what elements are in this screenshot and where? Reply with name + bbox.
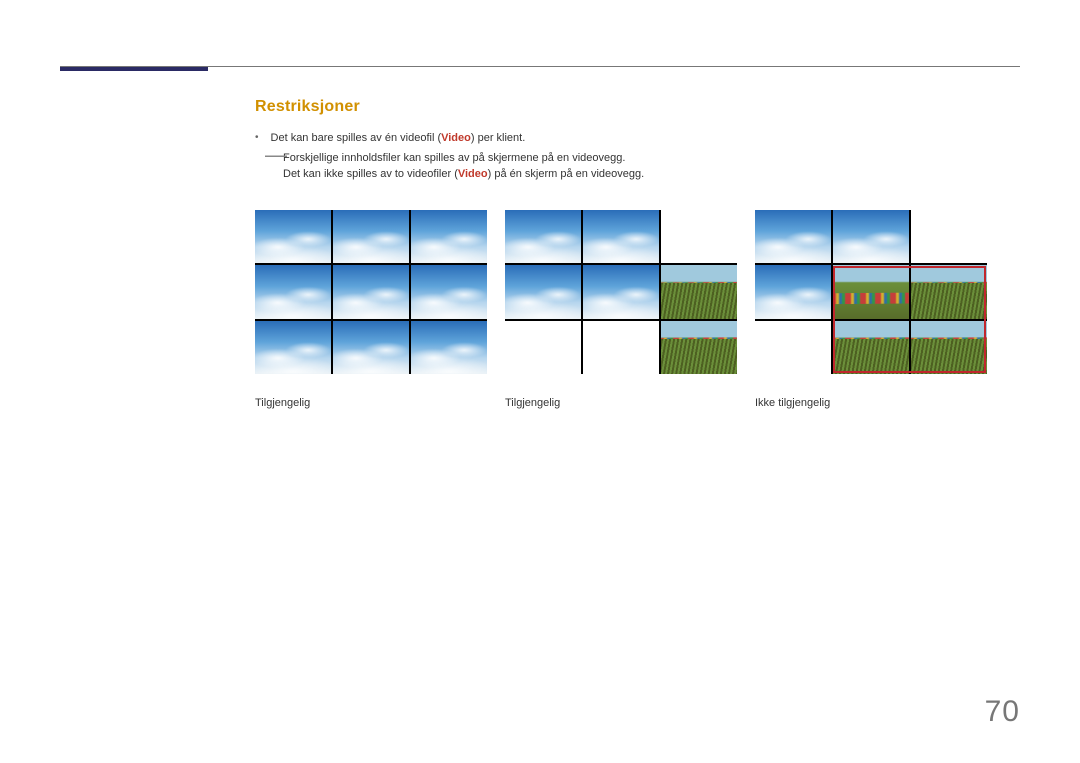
grid-cell-sky bbox=[333, 210, 409, 263]
bullet-list: • Det kan bare spilles av én videofil (V… bbox=[255, 130, 1020, 182]
sub-line-1: Forskjellige innholdsfiler kan spilles a… bbox=[283, 150, 1020, 166]
grid-cell-sky bbox=[505, 210, 581, 263]
grid-cell-sky bbox=[583, 210, 659, 263]
text-fragment: Det kan ikke spilles av to videofiler ( bbox=[283, 168, 458, 180]
grid-cell-grass bbox=[911, 265, 987, 318]
figure-caption: Tilgjengelig bbox=[505, 396, 737, 411]
grid-cell-sky bbox=[333, 265, 409, 318]
videowall-grid bbox=[255, 210, 487, 374]
grid-cell-sky bbox=[255, 321, 331, 374]
text-fragment: ) på én skjerm på en videovegg. bbox=[488, 168, 645, 180]
grid-cell-sky bbox=[755, 210, 831, 263]
figure-caption: Ikke tilgjengelig bbox=[755, 396, 987, 411]
grid-cell-sky bbox=[255, 210, 331, 263]
section-heading: Restriksjoner bbox=[255, 96, 1020, 118]
figure-available-b: Tilgjengelig bbox=[505, 210, 737, 411]
grid-cell-grass bbox=[911, 321, 987, 374]
text-fragment: Det kan bare spilles av én videofil ( bbox=[271, 132, 442, 144]
content-block: Restriksjoner • Det kan bare spilles av … bbox=[255, 96, 1020, 182]
list-item: • Det kan bare spilles av én videofil (V… bbox=[255, 130, 1020, 146]
grid-cell-overlap bbox=[833, 265, 909, 318]
grid-cell-sky bbox=[333, 321, 409, 374]
figures-row: Tilgjengelig Tilgjengelig bbox=[255, 210, 1032, 411]
grid-cell-sky bbox=[411, 321, 487, 374]
sub-note: ― Forskjellige innholdsfiler kan spilles… bbox=[283, 150, 1020, 182]
video-keyword: Video bbox=[458, 168, 488, 180]
header-accent-bar bbox=[60, 67, 208, 71]
grid-cell-sky bbox=[255, 265, 331, 318]
video-keyword: Video bbox=[441, 132, 471, 144]
figure-not-available: Ikke tilgjengelig bbox=[755, 210, 987, 411]
document-page: Restriksjoner • Det kan bare spilles av … bbox=[0, 0, 1080, 763]
bullet-icon: • bbox=[255, 130, 259, 146]
grid-cell-sky bbox=[833, 210, 909, 263]
grid-cell-grass bbox=[661, 321, 737, 374]
grid-cell-blank bbox=[505, 321, 581, 374]
grid-cell-grass bbox=[833, 321, 909, 374]
grid-cell-blank bbox=[583, 321, 659, 374]
videowall-grid bbox=[505, 210, 737, 374]
grid-cell-sky bbox=[583, 265, 659, 318]
text-fragment: ) per klient. bbox=[471, 132, 525, 144]
list-item-text: Det kan bare spilles av én videofil (Vid… bbox=[271, 130, 526, 146]
grid-cell-sky bbox=[411, 210, 487, 263]
sub-line-2: Det kan ikke spilles av to videofiler (V… bbox=[283, 166, 1020, 182]
figure-available-a: Tilgjengelig bbox=[255, 210, 487, 411]
page-number: 70 bbox=[985, 691, 1020, 733]
grid-cell-grass bbox=[661, 265, 737, 318]
videowall-grid bbox=[755, 210, 987, 374]
grid-cell-sky bbox=[505, 265, 581, 318]
grid-cell-sky bbox=[755, 265, 831, 318]
grid-cell-blank bbox=[661, 210, 737, 263]
grid-cell-blank bbox=[911, 210, 987, 263]
figure-caption: Tilgjengelig bbox=[255, 396, 487, 411]
grid-cell-sky bbox=[411, 265, 487, 318]
dash-icon: ― bbox=[265, 152, 287, 158]
grid-cell-blank bbox=[755, 321, 831, 374]
